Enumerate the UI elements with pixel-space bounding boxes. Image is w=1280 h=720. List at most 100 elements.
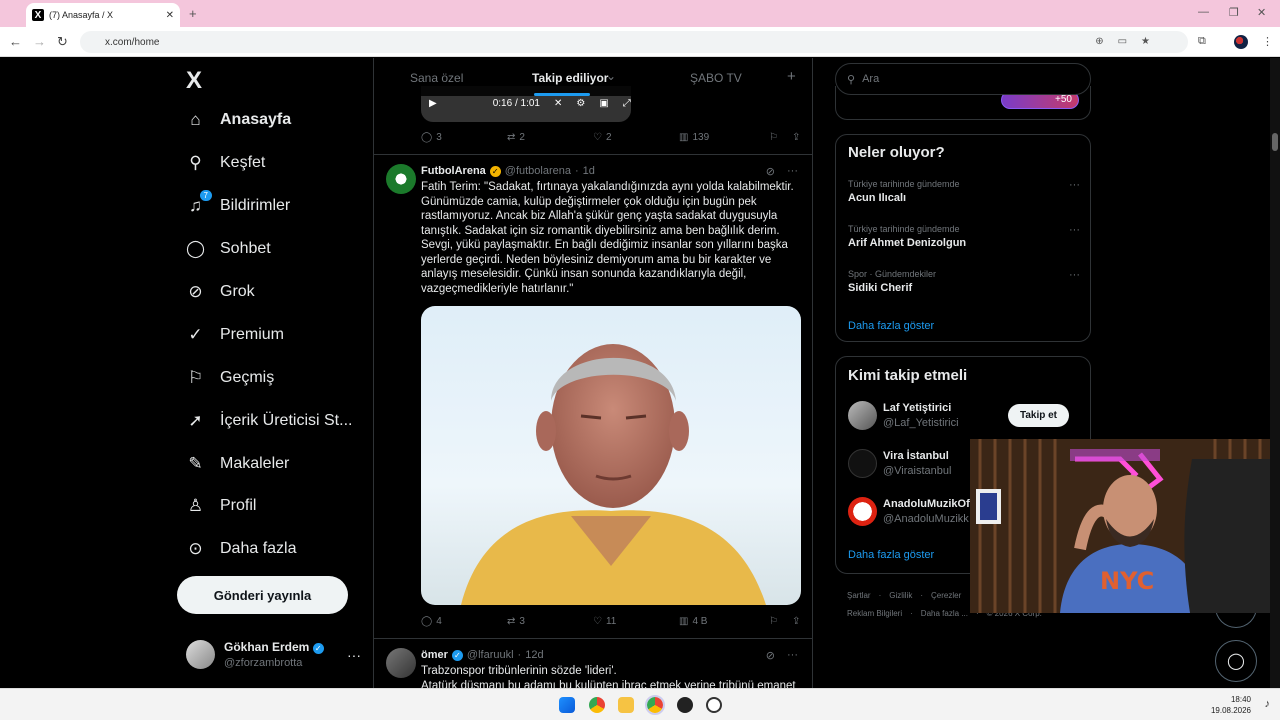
messages-fab[interactable]: ◯	[1215, 640, 1257, 682]
nav-item-profile[interactable]: ♙ Profil	[186, 496, 257, 515]
more-icon[interactable]: ···	[1069, 224, 1080, 236]
nav-item-chat[interactable]: ◯ Sohbet	[186, 239, 271, 258]
views-button[interactable]: ▥ 139	[679, 132, 769, 143]
video-controls: ▶ 0:16 / 1:01 ✕ ⚙ ▣ ⤢	[429, 98, 631, 109]
bookmark-button[interactable]: ⚐	[769, 132, 778, 143]
mute-icon[interactable]: ✕	[554, 98, 562, 109]
file-explorer-icon[interactable]	[618, 697, 634, 713]
browser-profile-avatar[interactable]	[1234, 35, 1248, 49]
back-icon[interactable]: ←	[9, 34, 22, 49]
app-icon[interactable]	[677, 697, 693, 713]
nav-item-explore[interactable]: ⚲ Keşfet	[186, 153, 265, 172]
nav-item-articles[interactable]: ✎ Makaleler	[186, 454, 289, 473]
trend-item[interactable]: Spor · Gündemdekiler Sidiki Cherif ···	[848, 269, 1080, 294]
fullscreen-icon[interactable]: ⤢	[623, 98, 631, 109]
browser-menu-icon[interactable]: ⋮	[1262, 35, 1273, 48]
reply-button[interactable]: ◯ 4	[421, 616, 507, 627]
new-tab-icon[interactable]: +	[189, 6, 197, 21]
nav-item-creator-studio[interactable]: ➚ İçerik Üreticisi St...	[186, 411, 352, 430]
nav-item-home[interactable]: ⌂ Anasayfa	[186, 110, 291, 129]
tweet-time[interactable]: 12d	[525, 649, 543, 661]
author-name[interactable]: ömer	[421, 649, 448, 661]
tab-following[interactable]: Takip ediliyor	[532, 71, 608, 85]
settings-icon[interactable]: ⚙	[576, 98, 585, 109]
share-icon[interactable]: ⇪	[792, 616, 800, 627]
maximize-icon[interactable]: ❐	[1229, 6, 1239, 19]
page-scrollbar[interactable]	[1270, 58, 1280, 688]
author-handle[interactable]: @lfaruukl	[467, 649, 514, 661]
notification-bell-icon[interactable]: ♪	[1265, 698, 1271, 710]
post-button[interactable]: Gönderi yayınla	[177, 576, 348, 614]
play-icon[interactable]: ▶	[429, 98, 437, 109]
footer-link[interactable]: Reklam Bilgileri	[847, 609, 902, 618]
footer-link[interactable]: Gizlilik	[889, 591, 912, 600]
follow-button[interactable]: Takip et	[1007, 404, 1069, 427]
grok-icon[interactable]: ⊘	[766, 649, 775, 662]
start-icon[interactable]	[559, 697, 575, 713]
close-tab-icon[interactable]: ✕	[166, 10, 174, 21]
reload-icon[interactable]: ↻	[57, 34, 68, 50]
show-more-link[interactable]: Daha fazla göster	[848, 549, 934, 561]
more-icon[interactable]: ···	[1069, 269, 1080, 281]
nav-item-grok[interactable]: ⊘ Grok	[186, 282, 254, 301]
feed-tabs: Sana özel Takip ediliyor ⌄ ŞABO TV +	[374, 58, 812, 96]
browser-tab[interactable]: X (7) Anasayfa / X ✕	[26, 3, 180, 27]
author-name[interactable]: FutbolArena	[421, 165, 486, 177]
footer-link[interactable]: Daha fazla ...	[921, 609, 968, 618]
trend-item[interactable]: Türkiye tarihinde gündemde Arif Ahmet De…	[848, 224, 1080, 249]
share-icon[interactable]: ⇪	[792, 132, 800, 143]
dot-separator: ·	[910, 609, 913, 618]
more-icon[interactable]: ···	[787, 165, 798, 178]
tweet-photo[interactable]	[421, 306, 801, 605]
tab-for-you[interactable]: Sana özel	[410, 71, 463, 85]
url-field[interactable]: x.com/home	[80, 31, 1188, 53]
reply-count: 3	[436, 132, 442, 143]
footer-link[interactable]: Çerezler	[931, 591, 961, 600]
chrome-active-icon[interactable]	[645, 695, 665, 715]
trend-item[interactable]: Türkiye tarihinde gündemde Acun Ilıcalı …	[848, 179, 1080, 204]
account-name: AnadoluMuzikOf	[883, 498, 970, 510]
dot-separator: ·	[878, 591, 882, 600]
like-button[interactable]: ♡ 11	[593, 616, 679, 627]
tweet-time[interactable]: 1d	[583, 165, 595, 177]
minimize-icon[interactable]: —	[1198, 6, 1209, 18]
repost-button[interactable]: ⇄ 3	[507, 616, 593, 627]
avatar[interactable]	[386, 164, 416, 194]
more-icon[interactable]: ···	[347, 647, 361, 663]
like-button[interactable]: ♡ 2	[593, 132, 679, 143]
scrollbar-thumb[interactable]	[1272, 133, 1278, 151]
tab-sabo-tv[interactable]: ŞABO TV	[690, 71, 742, 85]
show-more-link[interactable]: Daha fazla göster	[848, 320, 934, 332]
system-clock[interactable]: 18:40 19.08.2026	[1211, 694, 1251, 716]
nav-item-more[interactable]: ⊙ Daha fazla	[186, 538, 296, 558]
star-icon[interactable]: ★	[1141, 36, 1150, 47]
close-window-icon[interactable]: ✕	[1257, 6, 1266, 19]
avatar[interactable]	[386, 648, 416, 678]
repost-button[interactable]: ⇄ 2	[507, 132, 593, 143]
grok-icon[interactable]: ⊘	[766, 165, 775, 178]
chevron-down-icon[interactable]: ⌄	[606, 69, 616, 83]
zoom-icon[interactable]: ⊕	[1095, 36, 1103, 47]
bookmark-button[interactable]: ⚐	[769, 616, 778, 627]
app-icon[interactable]	[706, 697, 722, 713]
forward-icon[interactable]: →	[33, 34, 46, 49]
add-tab-icon[interactable]: +	[787, 68, 796, 85]
views-button[interactable]: ▥ 4 B	[679, 616, 769, 627]
nav-item-bookmarks[interactable]: ⚐ Geçmiş	[186, 368, 274, 387]
extensions-icon[interactable]: ⧉	[1198, 35, 1206, 48]
nav-item-premium[interactable]: ✓ Premium	[186, 325, 284, 344]
install-icon[interactable]: ▭	[1118, 36, 1127, 47]
reply-button[interactable]: ◯ 3	[421, 132, 507, 143]
more-icon[interactable]: ···	[1069, 179, 1080, 191]
more-icon[interactable]: ···	[787, 649, 798, 662]
more-circle-icon: ⊙	[188, 538, 203, 558]
nav-item-notifications[interactable]: ♫ 7 Bildirimler	[186, 190, 290, 215]
pip-icon[interactable]: ▣	[599, 98, 608, 109]
account-switcher[interactable]: Gökhan Erdem ✓ @zforzambrotta ···	[186, 640, 361, 669]
author-handle[interactable]: @futbolarena	[505, 165, 571, 177]
x-logo[interactable]: X	[186, 67, 202, 95]
suggested-account[interactable]: Laf Yetiştirici @Laf_Yetistirici Takip e…	[848, 401, 1080, 430]
search-input[interactable]: ⚲ Ara	[835, 63, 1091, 95]
chrome-icon[interactable]	[589, 697, 605, 713]
footer-link[interactable]: Şartlar	[847, 591, 871, 600]
